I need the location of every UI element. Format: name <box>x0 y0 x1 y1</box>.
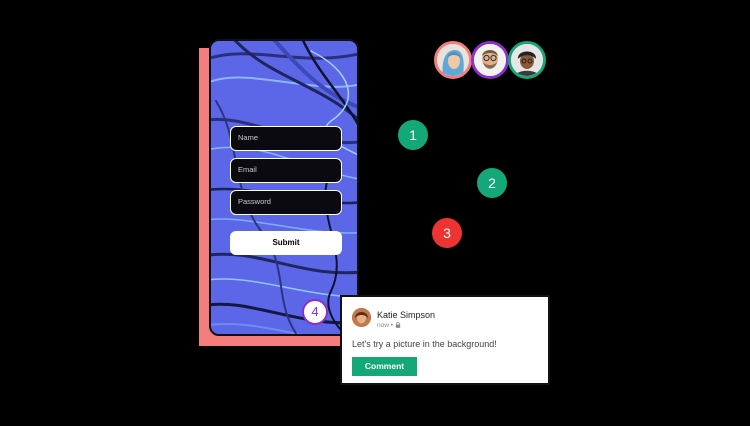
avatar-woman-blue-hair <box>434 41 472 79</box>
password-field[interactable]: Password <box>230 190 342 215</box>
marble-background <box>211 41 357 334</box>
post-meta: now • <box>377 322 401 329</box>
post-card: Katie Simpson now • Let's try a picture … <box>340 295 550 385</box>
meta-separator: • <box>390 322 394 329</box>
comment-button[interactable]: Comment <box>352 357 417 376</box>
name-field[interactable]: Name <box>230 126 342 151</box>
submit-button[interactable]: Submit <box>230 231 342 255</box>
phone-mockup: Name Email Password Submit <box>209 39 359 336</box>
lock-icon <box>395 322 401 329</box>
email-field[interactable]: Email <box>230 158 342 183</box>
avatar-man-curly-hair <box>508 41 546 79</box>
step-2-badge: 2 <box>477 168 507 198</box>
post-time: now <box>377 322 389 329</box>
author-name[interactable]: Katie Simpson <box>377 310 435 320</box>
step-3-badge: 3 <box>432 218 462 248</box>
step-4-badge: 4 <box>302 299 328 325</box>
author-avatar <box>352 308 371 327</box>
step-1-badge: 1 <box>398 120 428 150</box>
avatar-man-glasses-beard <box>471 41 509 79</box>
post-text: Let's try a picture in the background! <box>352 339 497 349</box>
